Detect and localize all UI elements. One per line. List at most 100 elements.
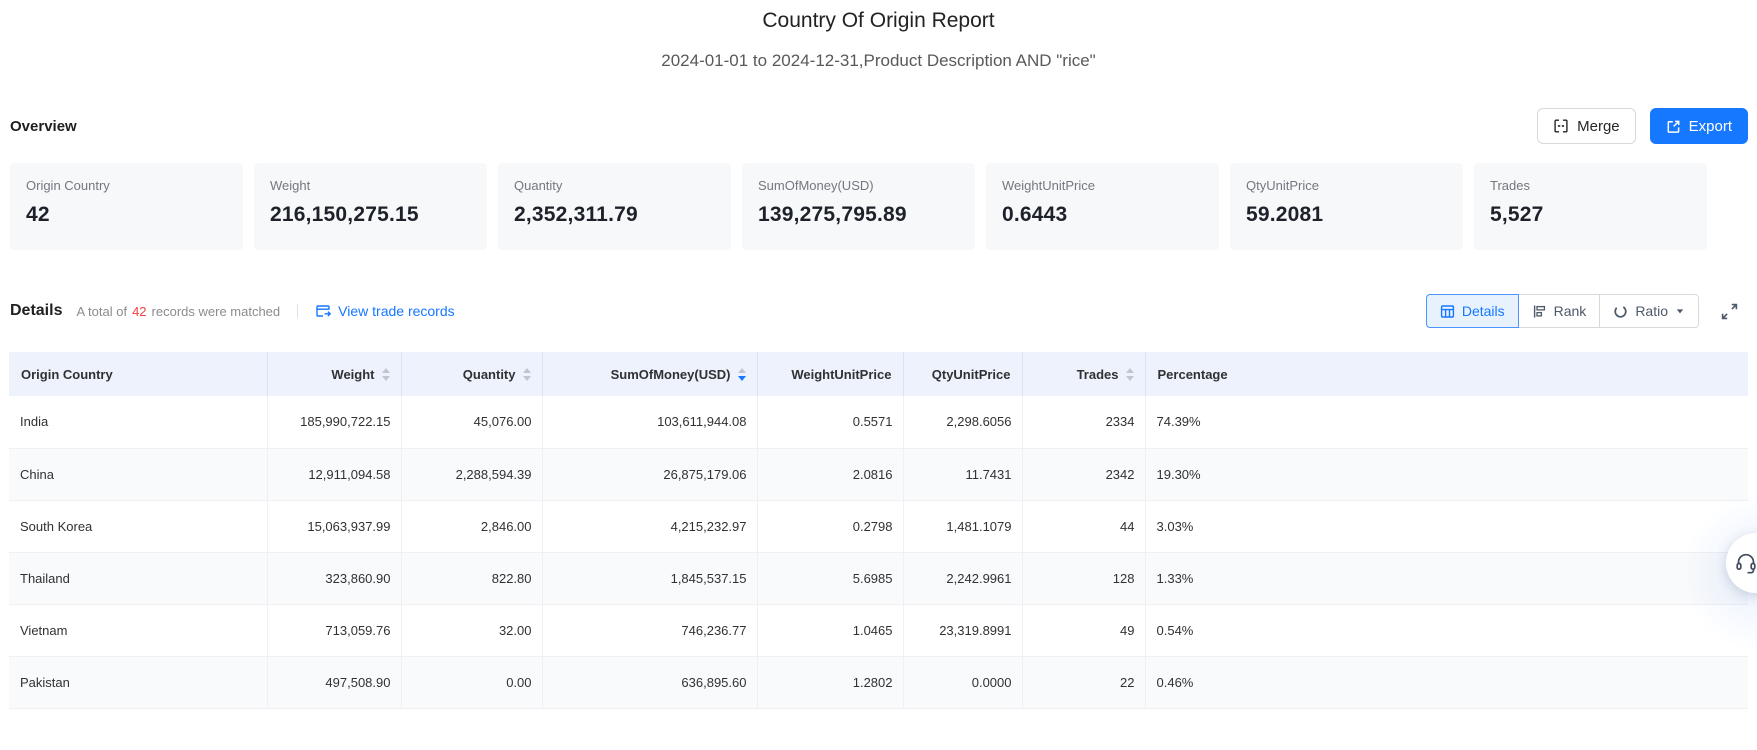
stat-card-value: 5,527 [1490,203,1544,226]
trade-records-icon [315,303,332,319]
cell-origin-country: Vietnam [9,604,268,657]
cell-sum-of-money: 26,875,179.06 [542,448,758,501]
column-header-quantity[interactable]: Quantity [401,352,543,396]
stat-card-label: WeightUnitPrice [1002,178,1095,193]
cell-quantity: 2,288,594.39 [401,448,543,501]
stat-card-sum-of-money: SumOfMoney(USD) 139,275,795.89 [742,163,975,250]
report-filter-subtitle: 2024-01-01 to 2024-12-31,Product Descrip… [661,51,1096,70]
cell-origin-country: India [9,396,268,449]
cell-sum-of-money: 1,845,537.15 [542,552,758,605]
merge-cells-icon [1553,118,1569,134]
column-label: Quantity [462,366,516,382]
column-header-percentage: Percentage [1145,352,1748,396]
cell-qty-unit-price: 2,298.6056 [903,396,1023,449]
column-label: Origin Country [21,366,113,382]
rank-bars-icon [1532,304,1547,319]
view-trade-records-link[interactable]: View trade records [315,303,455,319]
cell-percentage: 74.39% [1145,396,1748,449]
cell-qty-unit-price: 23,319.8991 [903,604,1023,657]
table-header-row: Origin Country Weight Quantity SumOfMone… [9,352,1748,396]
cell-weight: 15,063,937.99 [267,500,402,553]
stat-card-value: 2,352,311.79 [514,203,638,226]
cell-quantity: 2,846.00 [401,500,543,553]
column-header-weight[interactable]: Weight [267,352,402,396]
cell-weight: 713,059.76 [267,604,402,657]
stat-card-value: 216,150,275.15 [270,203,419,226]
merge-button[interactable]: Merge [1537,108,1636,144]
cell-trades: 128 [1022,552,1146,605]
cell-quantity: 45,076.00 [401,396,543,449]
cell-origin-country: China [9,448,268,501]
overview-bar: Overview Merge Export [10,106,1748,146]
cell-origin-country: Pakistan [9,656,268,709]
tab-rank-label: Rank [1553,303,1587,319]
page-title: Country Of Origin Report [762,9,995,32]
stat-card-label: Weight [270,178,311,193]
stat-card-trades: Trades 5,527 [1474,163,1707,250]
table-row-india: India 185,990,722.15 45,076.00 103,611,9… [9,396,1748,449]
cell-qty-unit-price: 2,242.9961 [903,552,1023,605]
column-header-sum-of-money[interactable]: SumOfMoney(USD) [542,352,758,396]
vertical-divider [297,304,299,318]
stat-card-label: Origin Country [26,178,110,193]
cell-quantity: 32.00 [401,604,543,657]
cell-percentage: 0.54% [1145,604,1748,657]
cell-weight-unit-price: 0.5571 [757,396,904,449]
chevron-down-icon [1675,306,1685,316]
column-header-origin-country: Origin Country [9,352,268,396]
cell-origin-country: South Korea [9,500,268,553]
stat-card-value: 0.6443 [1002,203,1068,226]
country-of-origin-report-page: Country Of Origin Report 2024-01-01 to 2… [0,0,1757,750]
cell-qty-unit-price: 1,481.1079 [903,500,1023,553]
matched-count: 42 [132,303,147,319]
cell-qty-unit-price: 11.7431 [903,448,1023,501]
sort-icon-desc-active [737,367,746,381]
summary-suffix: records were matched [151,303,281,319]
overview-heading: Overview [10,117,77,135]
merge-button-label: Merge [1577,117,1620,135]
stat-card-value: 42 [26,203,50,226]
cell-percentage: 1.33% [1145,552,1748,605]
stat-card-weight-unit-price: WeightUnitPrice 0.6443 [986,163,1219,250]
tab-ratio[interactable]: Ratio [1599,294,1699,328]
details-bar: Details A total of 42 records were match… [10,293,1748,329]
table-row-vietnam: Vietnam 713,059.76 32.00 746,236.77 1.04… [9,604,1748,657]
cell-weight-unit-price: 1.0465 [757,604,904,657]
stat-card-label: QtyUnitPrice [1246,178,1319,193]
sort-icon [522,367,531,381]
tab-details[interactable]: Details [1425,294,1519,328]
stat-card-origin-country: Origin Country 42 [10,163,243,250]
cell-quantity: 822.80 [401,552,543,605]
cell-weight: 12,911,094.58 [267,448,402,501]
cell-trades: 44 [1022,500,1146,553]
stat-card-label: SumOfMoney(USD) [758,178,874,193]
cell-weight-unit-price: 1.2802 [757,656,904,709]
ratio-donut-icon [1613,304,1628,319]
export-button-label: Export [1688,117,1732,135]
cell-percentage: 19.30% [1145,448,1748,501]
cell-weight-unit-price: 0.2798 [757,500,904,553]
sort-icon [1125,367,1134,381]
export-button[interactable]: Export [1649,108,1748,144]
cell-trades: 2334 [1022,396,1146,449]
cell-origin-country: Thailand [9,552,268,605]
cell-trades: 2342 [1022,448,1146,501]
stat-card-weight: Weight 216,150,275.15 [254,163,487,250]
headset-icon [1734,551,1757,575]
table-row-china: China 12,911,094.58 2,288,594.39 26,875,… [9,448,1748,501]
cell-quantity: 0.00 [401,656,543,709]
details-heading: Details [10,302,63,319]
stat-card-quantity: Quantity 2,352,311.79 [498,163,731,250]
column-label: QtyUnitPrice [931,366,1011,382]
view-switcher: Details Rank Ratio [1425,294,1699,328]
cell-percentage: 0.46% [1145,656,1748,709]
tab-rank[interactable]: Rank [1517,294,1601,328]
tab-details-label: Details [1461,303,1505,319]
column-header-qty-unit-price: QtyUnitPrice [903,352,1023,396]
overview-actions: Merge Export [1537,108,1748,144]
table-grid-icon [1440,304,1455,319]
column-header-trades[interactable]: Trades [1022,352,1146,396]
column-label: SumOfMoney(USD) [610,366,731,382]
fullscreen-button[interactable] [1721,303,1738,320]
sort-icon [381,367,390,381]
